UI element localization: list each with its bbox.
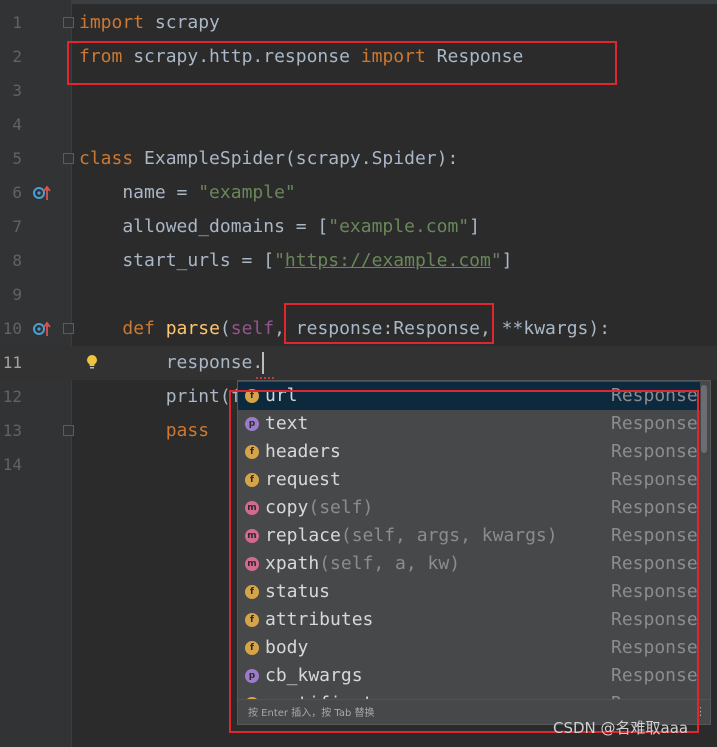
code-token: ] xyxy=(501,250,513,271)
code-token: allowed_domains = [ xyxy=(79,216,329,237)
editor-top-border xyxy=(0,0,717,4)
fold-icon[interactable] xyxy=(63,323,74,334)
highlight-box-popup xyxy=(229,390,699,733)
keyword-token: def xyxy=(122,318,155,339)
line-number: 13 xyxy=(2,421,22,440)
code-token: ] xyxy=(469,216,480,237)
fold-icon[interactable] xyxy=(63,17,74,28)
completion-scrollbar[interactable] xyxy=(701,385,707,453)
code-text: allowed_domains = ["example.com"] xyxy=(79,210,480,244)
line-number: 2 xyxy=(12,47,22,66)
override-icon[interactable] xyxy=(33,321,51,337)
text-caret xyxy=(262,352,264,374)
code-text: response. xyxy=(79,352,264,373)
line-number: 6 xyxy=(12,183,22,202)
line-number: 14 xyxy=(2,455,22,474)
highlight-box-param xyxy=(284,303,494,344)
url-link[interactable]: https://example.com xyxy=(285,250,491,271)
code-line[interactable]: 7 allowed_domains = ["example.com"] xyxy=(0,210,717,244)
keyword-token: class xyxy=(79,148,134,169)
fold-icon[interactable] xyxy=(63,425,74,436)
line-number: 12 xyxy=(2,387,22,406)
line-number: 5 xyxy=(12,149,22,168)
code-token: ExampleSpider(scrapy.Spider): xyxy=(133,148,459,169)
code-line[interactable]: 1 import scrapy xyxy=(0,6,717,40)
code-text: pass xyxy=(79,420,210,441)
code-token: name = xyxy=(79,182,199,203)
line-number: 10 xyxy=(2,319,22,338)
code-token: ( xyxy=(219,318,231,339)
line-number: 9 xyxy=(12,285,22,304)
string-token: " xyxy=(490,250,502,271)
code-line[interactable]: 6 name = "example" xyxy=(0,176,717,210)
code-token: start_urls = [ xyxy=(79,250,275,271)
line-number: 4 xyxy=(12,115,22,134)
code-text: name = "example" xyxy=(79,176,296,210)
line-number: 3 xyxy=(12,81,22,100)
string-token: " xyxy=(274,250,285,271)
code-token: scrapy xyxy=(144,12,220,33)
code-line[interactable]: 4 xyxy=(0,108,717,142)
function-name-token: parse xyxy=(165,318,220,339)
string-token: "example" xyxy=(198,182,296,203)
code-text: print(f xyxy=(79,386,242,407)
code-text: import scrapy xyxy=(79,6,220,40)
error-underline xyxy=(256,374,274,379)
self-token: self xyxy=(230,318,275,339)
code-text: class ExampleSpider(scrapy.Spider): xyxy=(79,142,458,176)
keyword-token: import xyxy=(79,12,145,33)
fold-icon[interactable] xyxy=(63,153,74,164)
highlight-box-import xyxy=(67,41,617,85)
code-text: start_urls = ["https://example.com"] xyxy=(79,244,513,278)
code-line[interactable]: 8 start_urls = ["https://example.com"] xyxy=(0,244,717,278)
line-number: 11 xyxy=(2,353,22,372)
code-line[interactable]: 5 class ExampleSpider(scrapy.Spider): xyxy=(0,142,717,176)
override-icon[interactable] xyxy=(33,185,51,201)
code-line-current[interactable]: 11 response. xyxy=(0,346,717,380)
watermark-text: CSDN @名难取aaa xyxy=(553,719,689,737)
string-token: "example.com" xyxy=(328,216,470,237)
line-number: 7 xyxy=(12,217,22,236)
line-number: 1 xyxy=(12,13,22,32)
line-number: 8 xyxy=(12,251,22,270)
